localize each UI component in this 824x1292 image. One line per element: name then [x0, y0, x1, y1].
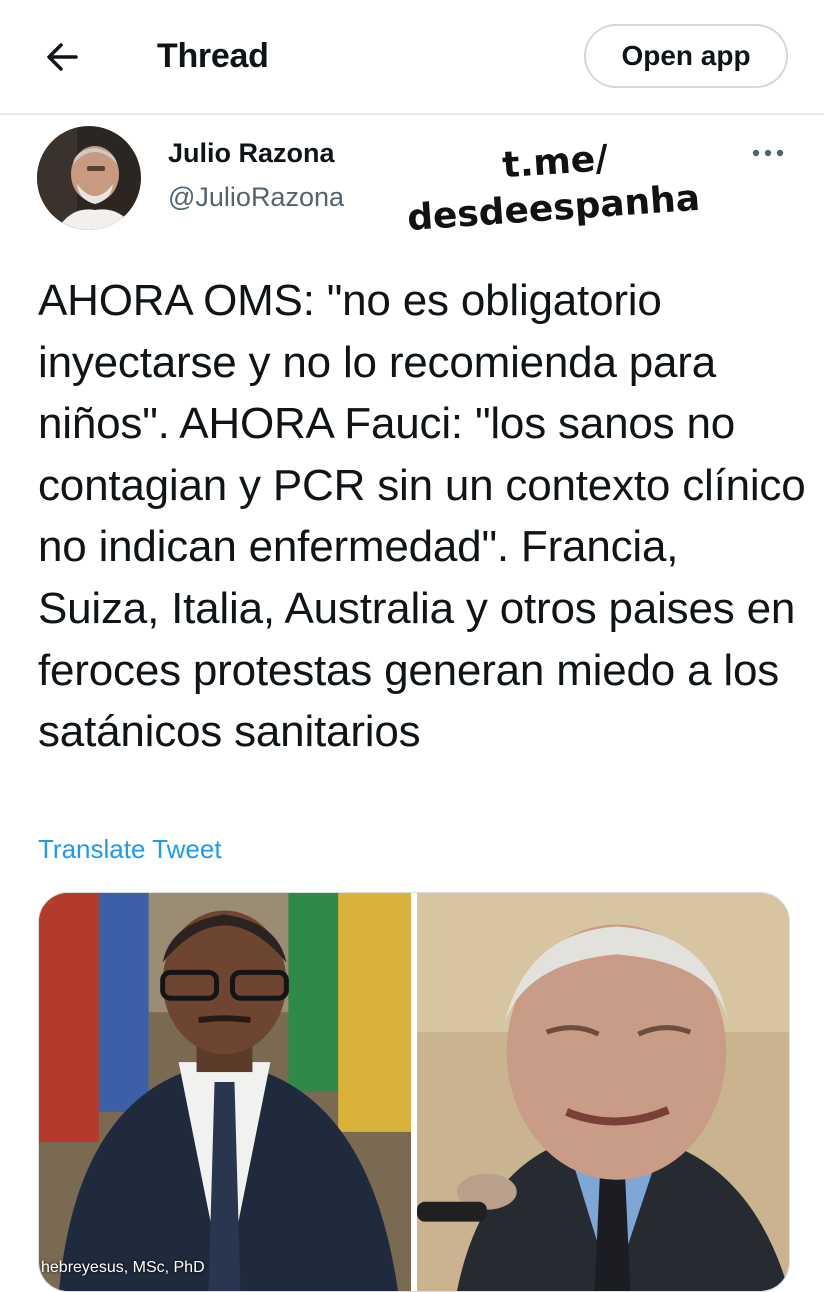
back-button[interactable] [40, 34, 90, 80]
tweet-text: AHORA OMS: "no es obligatorio inyectarse… [38, 276, 806, 757]
page-title: Thread [157, 37, 269, 75]
author-name[interactable]: Julio Razona [168, 136, 335, 170]
avatar-image [37, 126, 141, 230]
photo-2-image [417, 893, 789, 1291]
media-photo-1[interactable]: hebreyesus, MSc, PhD [39, 893, 411, 1291]
open-app-button[interactable]: Open app [584, 24, 788, 88]
avatar[interactable] [37, 126, 141, 230]
photo-1-caption: hebreyesus, MSc, PhD [41, 1259, 205, 1276]
photo-1-image [39, 893, 411, 1291]
media-photo-2[interactable] [417, 893, 789, 1291]
arrow-left-icon [47, 43, 78, 71]
top-bar: Thread Open app [0, 0, 824, 115]
watermark-overlay: t.me/ desdeespanha [399, 130, 705, 243]
author-handle[interactable]: @JulioRazona [168, 180, 344, 214]
translate-tweet-link[interactable]: Translate Tweet [38, 832, 222, 866]
more-horizontal-icon[interactable] [750, 140, 786, 166]
tweet-media: hebreyesus, MSc, PhD [38, 892, 790, 1292]
